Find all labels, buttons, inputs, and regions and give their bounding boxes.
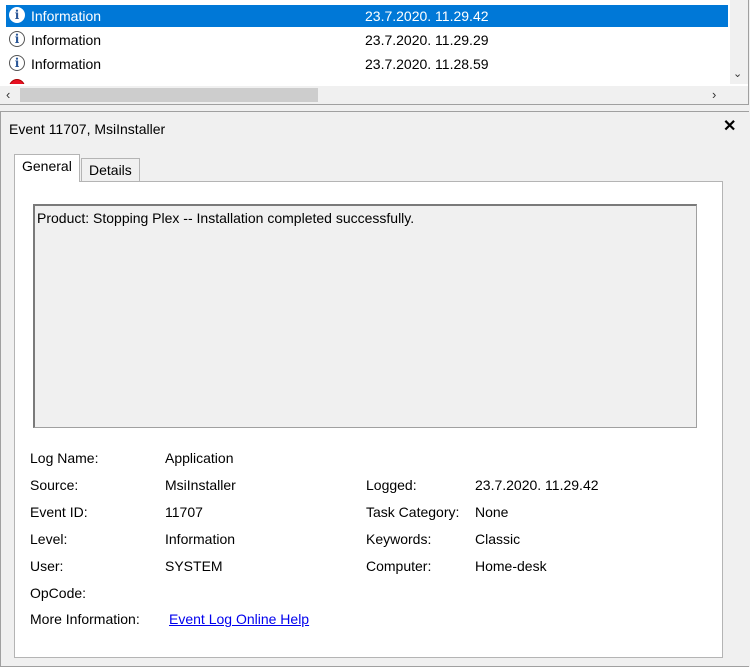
scroll-down-arrow-icon[interactable]: ⌄: [733, 67, 742, 80]
horizontal-scrollbar[interactable]: ‹ ›: [0, 86, 748, 104]
event-level: Information: [31, 8, 102, 24]
event-datetime: 23.7.2020. 11.29.29: [365, 32, 489, 48]
computer-label: Computer:: [366, 558, 432, 574]
tab-general-label: General: [22, 158, 72, 174]
vertical-scrollbar[interactable]: ⌄: [730, 0, 748, 84]
close-icon[interactable]: ✕: [723, 116, 736, 136]
error-icon: [9, 79, 25, 84]
event-row[interactable]: i Information 23.7.2020. 11.29.29: [6, 29, 728, 51]
source-value: MsiInstaller: [165, 477, 236, 493]
event-detail-title: Event 11707, MsiInstaller: [9, 121, 166, 137]
event-row[interactable]: i Information 23.7.2020. 11.29.42: [6, 5, 728, 27]
horizontal-scroll-thumb[interactable]: [20, 88, 318, 102]
tab-details[interactable]: Details: [81, 158, 140, 182]
scroll-left-arrow-icon[interactable]: ‹: [6, 87, 10, 102]
info-icon: i: [9, 7, 25, 23]
event-log-online-help-link[interactable]: Event Log Online Help: [169, 611, 309, 627]
keywords-value: Classic: [475, 531, 521, 547]
user-value: SYSTEM: [165, 558, 223, 574]
logged-value: 23.7.2020. 11.29.42: [475, 477, 599, 493]
info-icon: i: [9, 55, 25, 71]
general-tab-panel: Product: Stopping Plex -- Installation c…: [14, 181, 723, 658]
event-row[interactable]: i Information 23.7.2020. 11.28.59: [6, 53, 728, 75]
event-level: Information: [31, 32, 102, 48]
source-label: Source:: [30, 477, 79, 493]
event-list[interactable]: i Information 23.7.2020. 11.29.42 i Info…: [0, 0, 749, 105]
event-datetime: 23.7.2020. 11.28.59: [365, 56, 489, 72]
event-datetime: 23.7.2020. 11.29.42: [365, 8, 489, 24]
event-level: Information: [31, 56, 102, 72]
more-information-label: More Information:: [30, 611, 140, 627]
keywords-label: Keywords:: [366, 531, 432, 547]
log-name-label: Log Name:: [30, 450, 99, 466]
computer-value: Home-desk: [475, 558, 547, 574]
level-label: Level:: [30, 531, 68, 547]
event-message-box[interactable]: Product: Stopping Plex -- Installation c…: [33, 204, 697, 428]
task-category-value: None: [475, 504, 509, 520]
level-value: Information: [165, 531, 236, 547]
event-id-value: 11707: [165, 504, 203, 520]
event-id-label: Event ID:: [30, 504, 88, 520]
event-row-partial[interactable]: [6, 77, 728, 84]
task-category-label: Task Category:: [366, 504, 460, 520]
user-label: User:: [30, 558, 64, 574]
info-icon: i: [9, 31, 25, 47]
opcode-label: OpCode:: [30, 585, 87, 601]
event-detail-pane: Event 11707, MsiInstaller ✕ General Deta…: [0, 111, 749, 667]
event-message: Product: Stopping Plex -- Installation c…: [37, 210, 415, 226]
tab-details-label: Details: [89, 162, 132, 178]
scroll-right-arrow-icon[interactable]: ›: [712, 87, 716, 102]
logged-label: Logged:: [366, 477, 417, 493]
log-name-value: Application: [165, 450, 234, 466]
tab-general[interactable]: General: [14, 154, 80, 182]
